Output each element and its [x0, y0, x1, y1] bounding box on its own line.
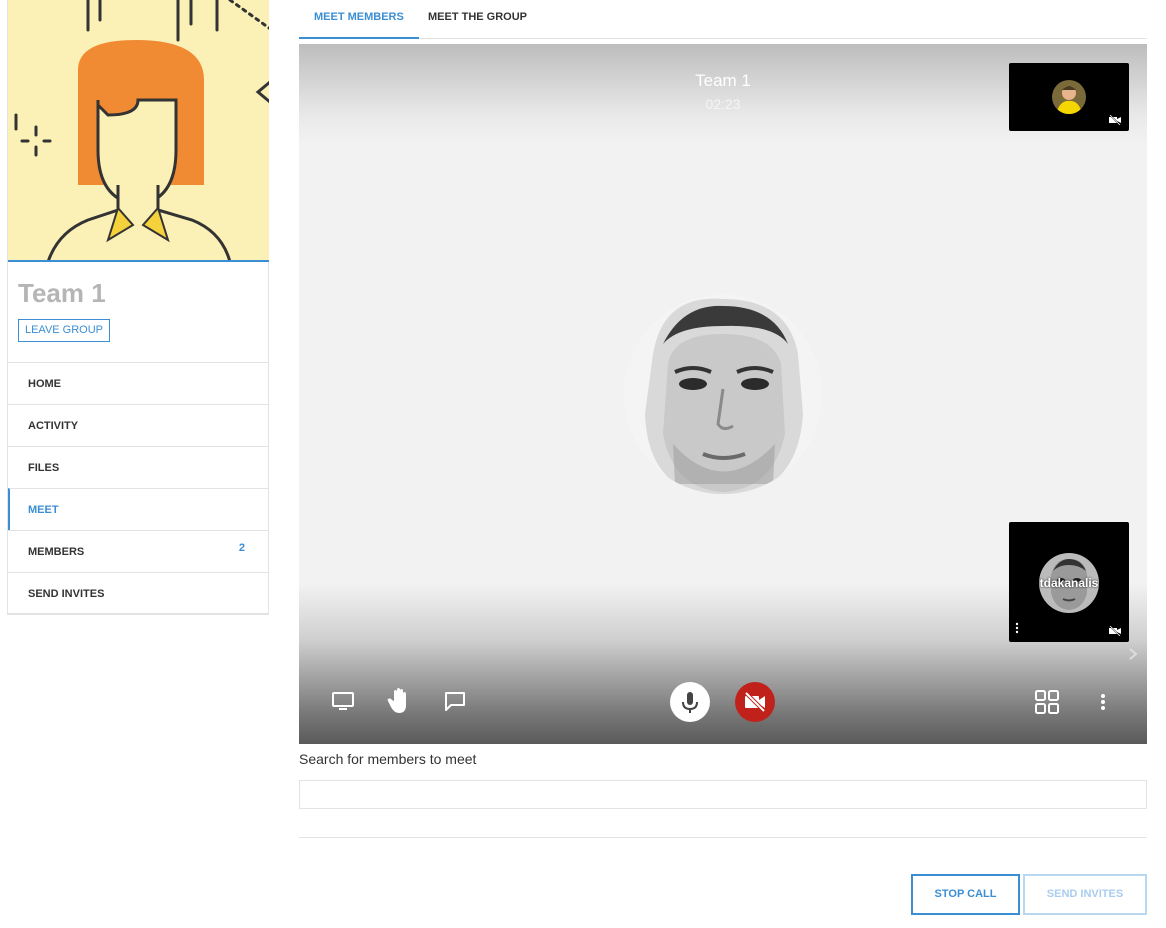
group-avatar-illustration — [14, 0, 269, 260]
nav-item-send-invites[interactable]: SEND INVITES — [8, 572, 269, 614]
tab-meet-members[interactable]: MEET MEMBERS — [299, 0, 419, 39]
nav-item-members[interactable]: MEMBERS 2 — [8, 530, 269, 572]
divider — [299, 837, 1147, 838]
group-title: Team 1 — [18, 278, 106, 308]
kebab-icon[interactable] — [1015, 622, 1019, 634]
leave-group-button[interactable]: LEAVE GROUP — [18, 319, 110, 342]
meet-tabs: MEET MEMBERS MEET THE GROUP — [299, 0, 1147, 39]
kebab-icon[interactable] — [1098, 692, 1108, 712]
tab-meet-the-group[interactable]: MEET THE GROUP — [413, 0, 542, 39]
nav-item-label: HOME — [28, 378, 61, 390]
nav-item-label: MEET — [28, 504, 59, 516]
nav-item-label: MEMBERS — [28, 546, 85, 558]
nav-item-home[interactable]: HOME — [8, 362, 269, 404]
nav-item-label: ACTIVITY — [28, 420, 79, 432]
grid-icon[interactable] — [1034, 689, 1060, 715]
participant-avatar — [1052, 80, 1086, 114]
group-avatar — [8, 0, 269, 262]
participant-name-label: tdakanalis — [1039, 576, 1099, 590]
nav-item-label: FILES — [28, 462, 60, 474]
microphone-icon — [682, 692, 698, 713]
participant-thumbnail-self[interactable] — [1009, 63, 1129, 131]
nav-item-meet[interactable]: MEET — [8, 488, 269, 530]
nav-item-activity[interactable]: ACTIVITY — [8, 404, 269, 446]
main-speaker-avatar — [623, 294, 823, 494]
hand-icon[interactable] — [387, 687, 411, 715]
video-off-icon — [744, 691, 766, 713]
participant-thumbnail-remote[interactable]: tdakanalis — [1009, 522, 1129, 642]
camera-off-icon — [1109, 626, 1121, 636]
microphone-button[interactable] — [670, 682, 710, 722]
send-invites-button[interactable]: SEND INVITES — [1023, 874, 1147, 915]
group-sidebar: Team 1 LEAVE GROUP HOME ACTIVITY FILES M… — [7, 0, 269, 615]
members-count-badge: 2 — [238, 542, 245, 554]
camera-off-icon — [1109, 115, 1121, 125]
video-call-stage: Team 1 02:23 tdakanalis — [299, 44, 1147, 744]
nav-item-files[interactable]: FILES — [8, 446, 269, 488]
group-nav: HOME ACTIVITY FILES MEET MEMBERS 2 SEND I… — [8, 362, 269, 614]
search-members-label: Search for members to meet — [299, 751, 477, 767]
monitor-icon[interactable] — [331, 690, 355, 712]
nav-item-label: SEND INVITES — [28, 588, 105, 600]
chevron-right-icon[interactable] — [1127, 646, 1139, 662]
chat-icon[interactable] — [443, 690, 467, 712]
stop-call-button[interactable]: STOP CALL — [911, 874, 1020, 915]
search-members-input[interactable] — [299, 780, 1147, 809]
camera-toggle-button[interactable] — [735, 682, 775, 722]
